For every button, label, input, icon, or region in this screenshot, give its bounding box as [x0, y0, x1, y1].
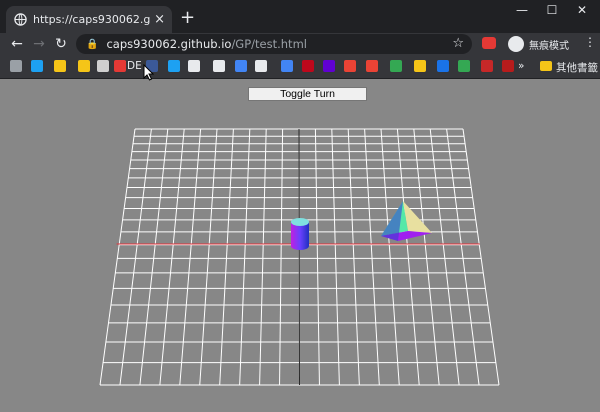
url-host: caps930062.github.io — [106, 37, 232, 51]
grid-line — [219, 128, 234, 386]
grid-line — [99, 128, 136, 386]
calendar-icon[interactable] — [235, 60, 247, 72]
reload-button[interactable]: ↻ — [52, 35, 70, 53]
mouse-cursor-icon — [143, 64, 155, 81]
folder-icon[interactable] — [78, 60, 90, 72]
grid-line — [364, 128, 380, 386]
incognito-icon[interactable] — [508, 36, 524, 52]
grid-line — [279, 128, 284, 386]
grid-line — [380, 128, 400, 386]
toggle-turn-button[interactable]: Toggle Turn — [248, 87, 367, 101]
close-window-button[interactable]: ✕ — [562, 0, 600, 20]
browser-chrome: https://caps930062.github.io/ × + — ☐ ✕ … — [0, 0, 600, 79]
grid-line — [396, 128, 420, 386]
translate-icon[interactable] — [281, 60, 293, 72]
address-bar[interactable]: 🔒 caps930062.github.io/GP/test.html ☆ — [76, 34, 472, 54]
ribbon-icon[interactable] — [481, 60, 493, 72]
incognito-label[interactable]: 無痕模式 — [529, 37, 569, 52]
lock-icon: 🔒 — [86, 38, 99, 50]
toolbar: ← → ↻ 🔒 caps930062.github.io/GP/test.htm… — [0, 33, 600, 55]
grid-line — [179, 128, 202, 386]
grid-line — [314, 128, 320, 386]
tab-title: https://caps930062.github.io/ — [33, 13, 151, 26]
grid-line — [446, 128, 480, 386]
p-icon[interactable] — [437, 60, 449, 72]
globe-icon — [14, 13, 27, 26]
grid-line — [331, 128, 340, 386]
page-content: Toggle Turn — [0, 79, 600, 412]
browser-tab[interactable]: https://caps930062.github.io/ × — [6, 6, 172, 33]
grid-line — [119, 128, 152, 386]
grid-line — [413, 128, 440, 386]
3d-scene-canvas[interactable] — [0, 79, 600, 412]
grid-line — [239, 128, 251, 386]
grid-line — [429, 128, 460, 386]
doc-icon[interactable] — [213, 60, 225, 72]
tool-icon[interactable] — [414, 60, 426, 72]
tab-strip: https://caps930062.github.io/ × + — ☐ ✕ — [0, 0, 600, 33]
menu-icon[interactable]: ⋮ — [584, 35, 596, 49]
pinterest-icon[interactable] — [302, 60, 314, 72]
folder-icon — [540, 61, 552, 71]
grid-line — [347, 128, 360, 386]
cylinder — [291, 218, 309, 250]
docs-icon[interactable] — [255, 60, 267, 72]
back-button[interactable]: ← — [8, 35, 26, 53]
cylinder-side — [291, 222, 309, 250]
grid-line — [259, 128, 267, 386]
grid-line — [462, 128, 500, 386]
gmail-icon[interactable] — [344, 60, 356, 72]
photo-icon[interactable] — [366, 60, 378, 72]
bookmarks-overflow-icon[interactable]: » — [518, 60, 524, 72]
other-bookmarks-folder[interactable]: 其他書籤 — [556, 60, 598, 75]
yahoo-icon[interactable] — [323, 60, 335, 72]
new-tab-button[interactable]: + — [180, 7, 195, 28]
z-axis-line — [298, 128, 300, 386]
twitter-icon[interactable] — [31, 60, 43, 72]
printer-icon[interactable] — [97, 60, 109, 72]
twitter-icon[interactable] — [168, 60, 180, 72]
bookmark-star-icon[interactable]: ☆ — [452, 36, 464, 51]
extensions-icon[interactable] — [10, 60, 22, 72]
forward-button[interactable]: → — [30, 35, 48, 53]
youtube-icon[interactable] — [114, 60, 126, 72]
maps-icon[interactable] — [390, 60, 402, 72]
bookmarks-bar: » 其他書籤 HIDE — [0, 55, 600, 79]
grid-line — [199, 128, 218, 386]
cylinder-top — [291, 218, 309, 226]
mail-icon[interactable] — [188, 60, 200, 72]
news-icon[interactable] — [54, 60, 66, 72]
flag-icon[interactable] — [502, 60, 514, 72]
url-path: /GP/test.html — [231, 37, 307, 51]
plus-icon[interactable] — [458, 60, 470, 72]
extension-icon[interactable] — [482, 37, 496, 49]
tab-close-icon[interactable]: × — [154, 12, 165, 27]
